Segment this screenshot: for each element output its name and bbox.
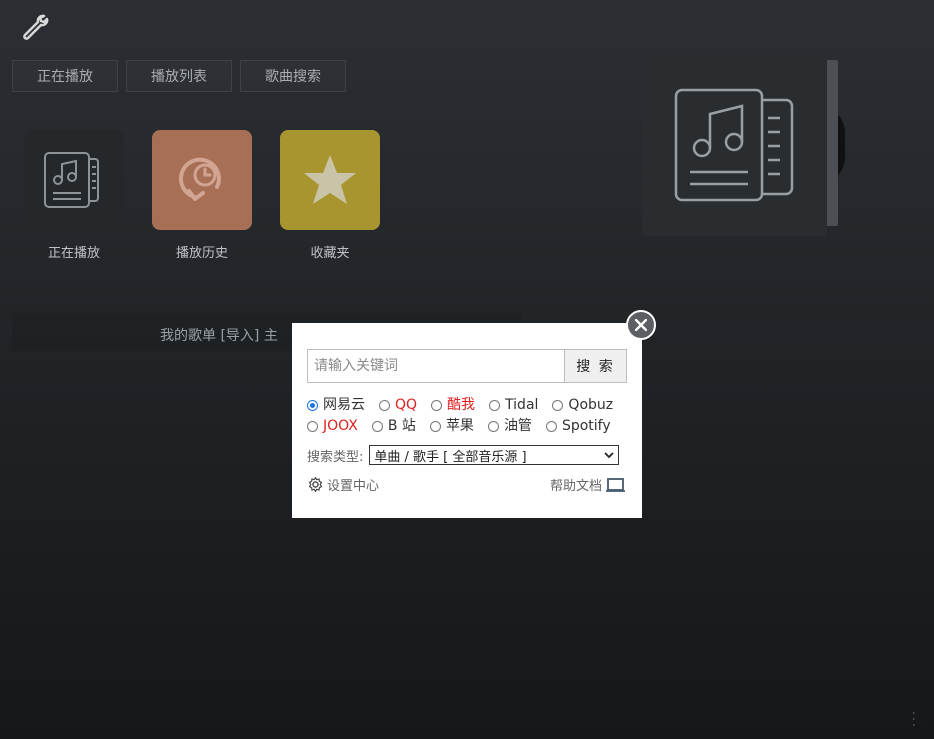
tab-now-playing[interactable]: 正在播放 bbox=[12, 60, 118, 92]
tile-label: 正在播放 bbox=[47, 246, 100, 261]
radio-label: Spotify bbox=[561, 418, 611, 434]
radio-label: 油管 bbox=[503, 418, 532, 434]
album-cover bbox=[642, 50, 845, 236]
tile-label: 播放历史 bbox=[175, 246, 228, 261]
search-type-value: 单曲 / 歌手 [ 全部音乐源 ] bbox=[374, 449, 527, 465]
radio-label: Tidal bbox=[505, 397, 539, 413]
book-icon bbox=[606, 477, 625, 492]
radio-dot[interactable] bbox=[429, 421, 441, 432]
wrench-icon[interactable] bbox=[20, 12, 50, 42]
radio-joox[interactable]: JOOX bbox=[307, 416, 358, 437]
tab-playlist[interactable]: 播放列表 bbox=[126, 60, 232, 92]
tile-label: 收藏夹 bbox=[310, 246, 350, 261]
more-menu-icon[interactable]: · · · bbox=[912, 707, 916, 733]
radio-tidal[interactable]: Tidal bbox=[489, 395, 538, 416]
radio-kuwo[interactable]: 酷我 bbox=[431, 395, 475, 416]
dialog-footer: 设置中心 帮助文档 bbox=[307, 475, 627, 494]
settings-label: 设置中心 bbox=[327, 479, 380, 494]
radio-bilibili[interactable]: B 站 bbox=[371, 416, 416, 437]
radio-dot[interactable] bbox=[431, 400, 443, 411]
radio-netease[interactable]: 网易云 bbox=[307, 395, 365, 416]
gear-icon bbox=[308, 476, 323, 493]
radio-dot[interactable] bbox=[552, 400, 564, 411]
album-sleeve-edge bbox=[826, 60, 838, 226]
radio-dot[interactable] bbox=[307, 421, 318, 432]
radio-label: JOOX bbox=[323, 418, 358, 434]
tab-song-search[interactable]: 歌曲搜索 bbox=[240, 60, 346, 92]
radio-label: 酷我 bbox=[447, 397, 476, 413]
music-doc-icon bbox=[44, 152, 99, 208]
search-type-label: 搜索类型: bbox=[307, 449, 364, 465]
settings-link[interactable]: 设置中心 bbox=[307, 475, 379, 494]
help-link[interactable]: 帮助文档 bbox=[550, 475, 627, 494]
radio-dot[interactable] bbox=[545, 421, 557, 432]
radio-youtube[interactable]: 油管 bbox=[487, 416, 532, 437]
search-input[interactable] bbox=[307, 349, 564, 383]
radio-dot[interactable] bbox=[487, 421, 499, 432]
album-art bbox=[642, 50, 827, 236]
close-button[interactable] bbox=[626, 310, 656, 340]
radio-qobuz[interactable]: Qobuz bbox=[552, 395, 613, 416]
radio-label: B 站 bbox=[387, 418, 416, 434]
radio-dot[interactable] bbox=[307, 400, 318, 411]
radio-dot[interactable] bbox=[489, 400, 501, 411]
music-doc-icon bbox=[674, 88, 794, 202]
tile-now-playing[interactable]: 正在播放 bbox=[24, 130, 124, 261]
history-icon bbox=[178, 157, 221, 201]
search-button[interactable]: 搜 索 bbox=[564, 349, 627, 383]
search-type-select[interactable]: 单曲 / 歌手 [ 全部音乐源 ] bbox=[369, 445, 620, 465]
radio-label: 网易云 bbox=[323, 397, 365, 413]
radio-dot[interactable] bbox=[379, 400, 390, 411]
quick-tiles: 正在播放 播放历史 收藏夹 bbox=[24, 130, 380, 261]
help-label: 帮助文档 bbox=[549, 479, 602, 494]
radio-label: 苹果 bbox=[445, 418, 474, 434]
star-icon bbox=[304, 155, 356, 204]
search-row: 搜 索 bbox=[307, 349, 627, 383]
chevron-down-icon bbox=[604, 452, 615, 459]
radio-apple[interactable]: 苹果 bbox=[429, 416, 474, 437]
close-icon bbox=[635, 319, 647, 331]
search-dialog: 搜 索 网易云 QQ 酷我 Tidal Qobuz JOOX B 站 苹果 油管… bbox=[292, 323, 642, 518]
my-playlists-label[interactable]: 我的歌单 [导入] 主 bbox=[160, 325, 278, 345]
radio-dot[interactable] bbox=[371, 421, 383, 432]
radio-spotify[interactable]: Spotify bbox=[545, 416, 611, 437]
tile-favorites[interactable]: 收藏夹 bbox=[280, 130, 380, 261]
tile-history[interactable]: 播放历史 bbox=[152, 130, 252, 261]
radio-qq[interactable]: QQ bbox=[379, 395, 417, 416]
radio-label: QQ bbox=[395, 397, 418, 413]
top-tabs: 正在播放 播放列表 歌曲搜索 bbox=[12, 60, 346, 92]
source-radio-group: 网易云 QQ 酷我 Tidal Qobuz JOOX B 站 苹果 油管 Spo… bbox=[307, 395, 627, 437]
search-type-row: 搜索类型: 单曲 / 歌手 [ 全部音乐源 ] bbox=[307, 445, 627, 465]
radio-label: Qobuz bbox=[568, 397, 614, 413]
